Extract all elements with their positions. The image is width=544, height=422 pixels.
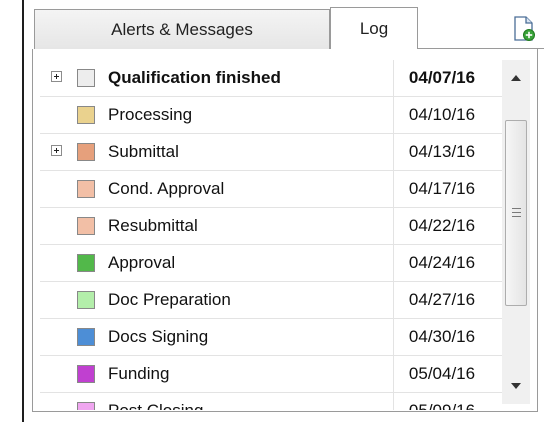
log-row-date: 04/30/16	[408, 327, 476, 346]
log-row-label: Submittal	[108, 142, 179, 161]
log-row-label: Approval	[108, 253, 176, 272]
log-row[interactable]: Resubmittal 04/22/16	[40, 208, 502, 245]
status-color-swatch	[77, 254, 95, 272]
log-row[interactable]: Funding 05/04/16	[40, 356, 502, 393]
column-divider	[393, 208, 394, 244]
log-row[interactable]: Qualification finished 04/07/16	[40, 60, 502, 97]
log-row[interactable]: Submittal 04/13/16	[40, 134, 502, 171]
log-row-date: 04/27/16	[408, 290, 476, 309]
column-divider	[393, 245, 394, 281]
log-row-label: Docs Signing	[108, 327, 209, 346]
column-divider	[393, 282, 394, 318]
vertical-scrollbar[interactable]	[502, 60, 530, 404]
status-color-swatch	[77, 365, 95, 383]
log-row-date: 04/24/16	[408, 253, 476, 272]
log-row[interactable]: Doc Preparation 04/27/16	[40, 282, 502, 319]
scroll-up-button[interactable]	[502, 64, 530, 92]
log-row-date: 05/09/16	[397, 393, 487, 410]
column-divider	[393, 319, 394, 355]
expand-plus-icon[interactable]	[51, 71, 62, 82]
log-row[interactable]: Processing 04/10/16	[40, 97, 502, 134]
log-row[interactable]: Post Closing 05/09/16	[40, 393, 502, 410]
log-row-date: 04/07/16	[408, 68, 476, 87]
log-row-label: Cond. Approval	[108, 179, 225, 198]
grip-line	[512, 212, 521, 213]
column-divider	[393, 356, 394, 392]
scroll-thumb[interactable]	[505, 120, 527, 306]
scroll-down-button[interactable]	[502, 372, 530, 400]
log-row[interactable]: Approval 04/24/16	[40, 245, 502, 282]
log-row-label: Funding	[108, 364, 170, 383]
tab-log-label: Log	[359, 18, 389, 38]
column-divider	[393, 60, 394, 96]
log-row[interactable]: Cond. Approval 04/17/16	[40, 171, 502, 208]
log-row-label: Doc Preparation	[108, 290, 231, 309]
grip-line	[512, 216, 521, 217]
expand-plus-icon[interactable]	[51, 145, 62, 156]
log-row-date: 04/10/16	[408, 105, 476, 124]
log-row-label: Processing	[108, 105, 193, 124]
arrow-down-icon	[511, 383, 521, 389]
status-color-swatch	[77, 217, 95, 235]
status-color-swatch	[77, 143, 95, 161]
column-divider	[393, 134, 394, 170]
arrow-up-icon	[511, 75, 521, 81]
status-color-swatch	[77, 69, 95, 87]
log-row-label: Resubmittal	[108, 216, 198, 235]
tab-log[interactable]: Log	[330, 7, 418, 49]
column-divider	[393, 393, 394, 410]
status-color-swatch	[77, 402, 95, 410]
log-row-date: 04/22/16	[408, 216, 476, 235]
log-row-date: 04/13/16	[408, 142, 476, 161]
new-document-icon[interactable]	[512, 16, 536, 42]
log-row-label: Qualification finished	[108, 68, 281, 87]
status-color-swatch	[77, 106, 95, 124]
log-row[interactable]: Docs Signing 04/30/16	[40, 319, 502, 356]
left-border	[22, 0, 24, 422]
log-row-label: Post Closing	[108, 393, 203, 410]
tab-alerts-messages[interactable]: Alerts & Messages	[34, 9, 330, 49]
log-row-date: 05/04/16	[408, 364, 476, 383]
column-divider	[393, 97, 394, 133]
status-color-swatch	[77, 180, 95, 198]
grip-line	[512, 208, 521, 209]
status-color-swatch	[77, 328, 95, 346]
column-divider	[393, 171, 394, 207]
log-list: Qualification finished 04/07/16 Processing…	[40, 60, 502, 410]
status-color-swatch	[77, 291, 95, 309]
tab-alerts-messages-label: Alerts & Messages	[111, 19, 253, 39]
log-row-date: 04/17/16	[408, 179, 476, 198]
